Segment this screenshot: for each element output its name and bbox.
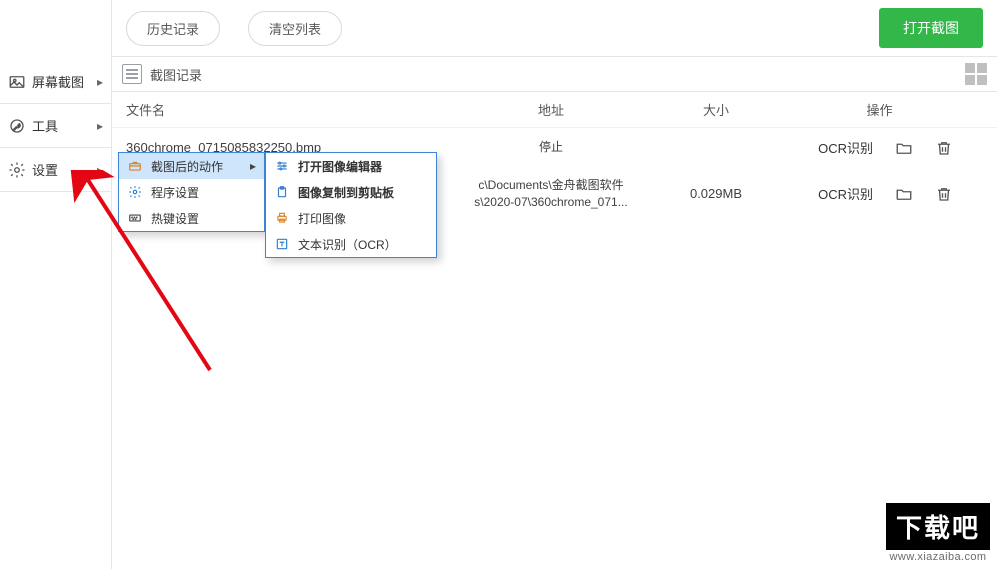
ocr-button[interactable]: OCR识别: [818, 184, 873, 203]
submenu-item-label: 文本识别（OCR）: [298, 236, 428, 253]
cell-ops: OCR识别: [776, 138, 983, 157]
settings-context-menu: 截图后的动作 ▸ 程序设置 热键设置: [118, 152, 265, 232]
image-icon: [8, 73, 26, 91]
text-t-icon: [272, 237, 292, 251]
main: 历史记录 清空列表 打开截图 截图记录 文件名 地址 大小 操作 360chro…: [112, 0, 997, 569]
divider: [0, 191, 111, 192]
printer-icon: [272, 211, 292, 225]
cell-addr-line2: s\2020-07\360chrome_071...: [446, 194, 656, 211]
col-header-size: 大小: [656, 100, 776, 119]
cell-size: 0.029MB: [656, 186, 776, 201]
chevron-right-icon: ▸: [97, 119, 103, 133]
gear-icon: [8, 161, 26, 179]
chevron-right-icon: ▸: [97, 75, 103, 89]
sidebar: 屏幕截图 ▸ 工具 ▸ 设置 ▸: [0, 0, 112, 569]
cell-addr: 停止: [446, 139, 656, 156]
grid-view-toggle[interactable]: [965, 63, 987, 85]
open-capture-button[interactable]: 打开截图: [879, 8, 983, 48]
col-header-addr: 地址: [446, 100, 656, 119]
watermark-url: www.xiazaiba.com: [886, 551, 990, 563]
sliders-icon: [272, 159, 292, 173]
panel-title: 截图记录: [150, 65, 965, 84]
submenu-item-label: 打开图像编辑器: [298, 158, 428, 175]
panel-header: 截图记录: [112, 56, 997, 92]
chevron-right-icon: ▸: [97, 163, 103, 177]
sidebar-item-tools[interactable]: 工具 ▸: [0, 104, 111, 147]
toolbox-icon: [125, 159, 145, 173]
folder-open-icon[interactable]: [895, 139, 913, 157]
submenu-item-label: 图像复制到剪贴板: [298, 184, 428, 201]
cell-ops: OCR识别: [776, 184, 983, 203]
watermark: 下载吧 www.xiazaiba.com: [886, 503, 990, 563]
keyboard-icon: [125, 211, 145, 225]
menu-item-hotkey-settings[interactable]: 热键设置: [119, 205, 264, 231]
trash-icon[interactable]: [935, 139, 953, 157]
menu-item-label: 热键设置: [151, 210, 256, 227]
table-header: 文件名 地址 大小 操作: [112, 92, 997, 128]
sidebar-item-settings[interactable]: 设置 ▸: [0, 148, 111, 191]
cell-addr: c\Documents\金舟截图软件 s\2020-07\360chrome_0…: [446, 177, 656, 211]
submenu-item-print[interactable]: 打印图像: [266, 205, 436, 231]
clipboard-icon: [272, 185, 292, 199]
submenu-item-open-editor[interactable]: 打开图像编辑器: [266, 153, 436, 179]
chevron-right-icon: ▸: [250, 159, 256, 173]
sidebar-item-label: 屏幕截图: [32, 72, 97, 91]
menu-item-post-capture-action[interactable]: 截图后的动作 ▸: [119, 153, 264, 179]
col-header-name: 文件名: [126, 100, 446, 119]
list-icon: [122, 64, 142, 84]
submenu-item-ocr[interactable]: 文本识别（OCR）: [266, 231, 436, 257]
post-capture-submenu: 打开图像编辑器 图像复制到剪贴板 打印图像 文本识别（OCR）: [265, 152, 437, 258]
submenu-item-copy-clipboard[interactable]: 图像复制到剪贴板: [266, 179, 436, 205]
sidebar-item-screenshot[interactable]: 屏幕截图 ▸: [0, 60, 111, 103]
cell-addr-line1: c\Documents\金舟截图软件: [446, 177, 656, 194]
history-button[interactable]: 历史记录: [126, 11, 220, 46]
menu-item-label: 截图后的动作: [151, 158, 250, 175]
gear-icon: [125, 185, 145, 199]
sidebar-item-label: 设置: [32, 160, 97, 179]
folder-open-icon[interactable]: [895, 185, 913, 203]
trash-icon[interactable]: [935, 185, 953, 203]
clear-list-button[interactable]: 清空列表: [248, 11, 342, 46]
ocr-button[interactable]: OCR识别: [818, 138, 873, 157]
menu-item-label: 程序设置: [151, 184, 256, 201]
menu-item-program-settings[interactable]: 程序设置: [119, 179, 264, 205]
sidebar-item-label: 工具: [32, 116, 97, 135]
wrench-icon: [8, 117, 26, 135]
submenu-item-label: 打印图像: [298, 210, 428, 227]
col-header-ops: 操作: [776, 100, 983, 119]
watermark-brand: 下载吧: [886, 503, 990, 550]
topbar: 历史记录 清空列表 打开截图: [112, 0, 997, 56]
